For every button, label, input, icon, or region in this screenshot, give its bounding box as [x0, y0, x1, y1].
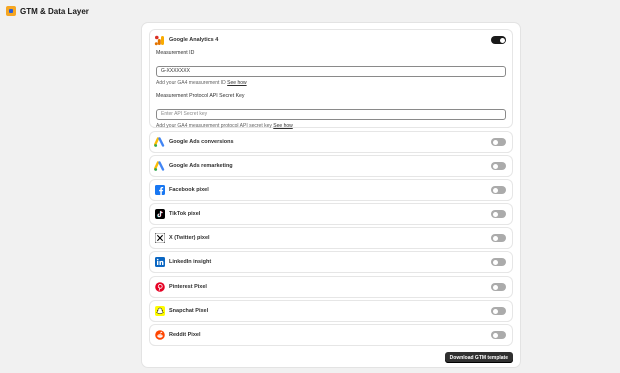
reddit-toggle[interactable] [491, 331, 506, 339]
app-title: GTM & Data Layer [20, 6, 89, 16]
integration-row-ga4: Google Analytics 4 Measurement ID Add yo… [150, 30, 512, 129]
integration-label: Google Analytics 4 [169, 37, 219, 43]
integration-row-x-twitter[interactable]: X (Twitter) pixel [150, 228, 512, 248]
facebook-toggle[interactable] [491, 186, 506, 194]
snapchat-toggle[interactable] [491, 307, 506, 315]
integration-row-pinterest[interactable]: Pinterest Pixel [150, 277, 512, 297]
measurement-id-help-text: Add your GA4 measurement ID [156, 80, 226, 86]
api-secret-label: Measurement Protocol API Secret Key [156, 93, 245, 99]
measurement-id-see-how-link[interactable]: See how [227, 80, 246, 86]
pinterest-toggle[interactable] [491, 283, 506, 291]
integration-row-linkedin[interactable]: LinkedIn insight [150, 252, 512, 272]
download-gtm-template-button[interactable]: Download GTM template [444, 352, 513, 363]
integration-label: Facebook pixel [169, 187, 209, 193]
api-secret-see-how-link[interactable]: See how [273, 123, 292, 129]
x-toggle[interactable] [491, 234, 506, 242]
tiktok-toggle[interactable] [491, 210, 506, 218]
app-header: GTM & Data Layer [6, 5, 89, 17]
google-ads-remarketing-toggle[interactable] [491, 162, 506, 170]
integration-label: X (Twitter) pixel [169, 235, 210, 241]
measurement-id-help: Add your GA4 measurement ID See how [156, 80, 506, 86]
integration-row-facebook[interactable]: Facebook pixel [150, 180, 512, 200]
integration-label: Snapchat Pixel [169, 308, 209, 314]
google-ads-conversions-toggle[interactable] [491, 138, 506, 146]
ga4-toggle[interactable] [491, 36, 506, 44]
api-secret-help: Add your GA4 measurement protocol API se… [156, 123, 506, 129]
integration-row-google-ads-remarketing[interactable]: Google Ads remarketing [150, 156, 512, 176]
integration-row-tiktok[interactable]: TikTok pixel [150, 204, 512, 224]
integration-label: TikTok pixel [169, 211, 201, 217]
linkedin-toggle[interactable] [491, 258, 506, 266]
measurement-id-label: Measurement ID [156, 50, 195, 56]
integration-row-reddit[interactable]: Reddit Pixel [150, 325, 512, 345]
facebook-icon [154, 185, 165, 196]
api-secret-input[interactable] [156, 108, 506, 120]
measurement-id-input[interactable] [156, 65, 506, 77]
integration-label: LinkedIn insight [169, 259, 212, 265]
integration-label: Reddit Pixel [169, 332, 201, 338]
integration-label: Google Ads conversions [169, 139, 234, 145]
pinterest-icon [154, 282, 165, 293]
snapchat-icon [154, 306, 165, 317]
reddit-icon [154, 330, 165, 341]
linkedin-icon [154, 257, 165, 268]
api-secret-help-text: Add your GA4 measurement protocol API se… [156, 123, 272, 129]
integration-row-google-ads-conversions[interactable]: Google Ads conversions [150, 132, 512, 152]
integrations-card: Google Analytics 4 Measurement ID Add yo… [142, 23, 520, 367]
integration-row-snapchat[interactable]: Snapchat Pixel [150, 301, 512, 321]
integration-label: Google Ads remarketing [169, 163, 233, 169]
measurement-id-field-group: Measurement ID Add your GA4 measurement … [150, 50, 512, 86]
google-ads-icon [154, 160, 165, 172]
gtm-app-icon [6, 6, 16, 16]
tiktok-icon [154, 209, 165, 220]
google-analytics-icon [154, 35, 165, 46]
google-ads-icon [154, 136, 165, 148]
integration-label: Pinterest Pixel [169, 284, 207, 290]
x-icon [154, 233, 165, 244]
api-secret-field-group: Measurement Protocol API Secret Key Add … [150, 93, 512, 129]
